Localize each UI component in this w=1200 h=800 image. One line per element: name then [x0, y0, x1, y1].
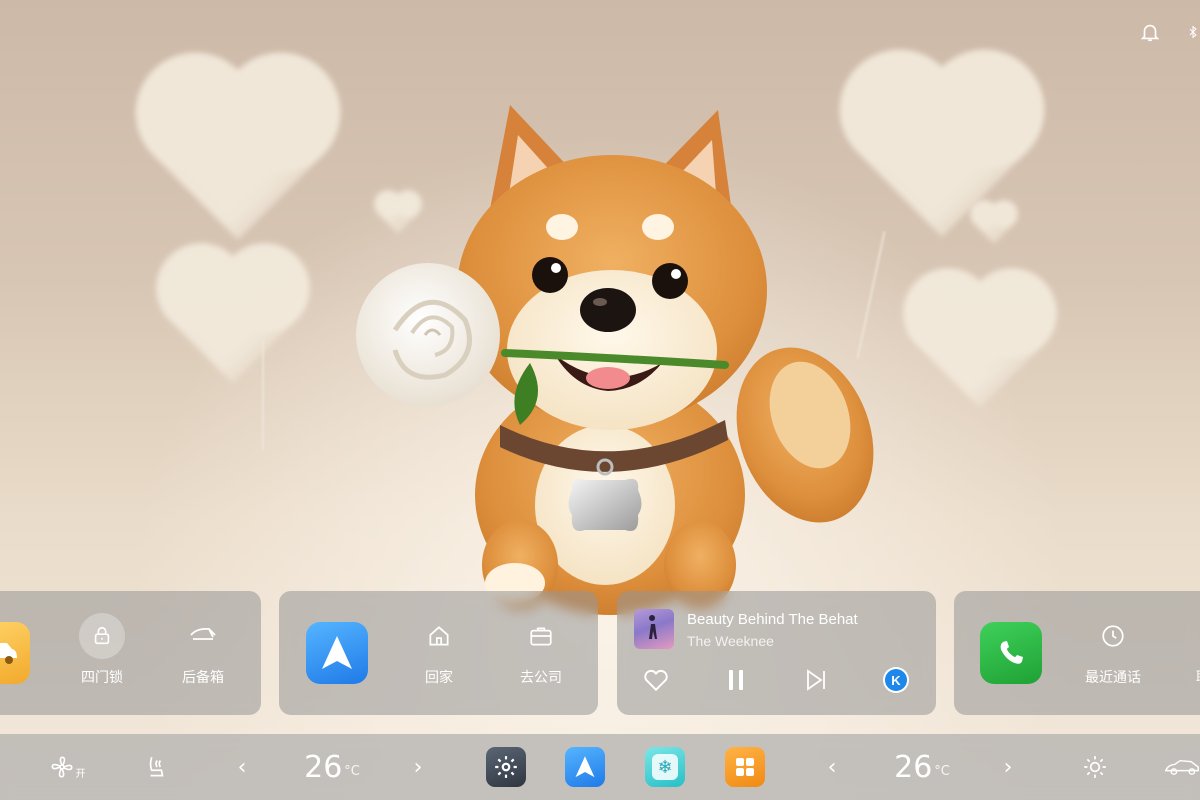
left-temp-value: 26: [304, 749, 343, 785]
album-art[interactable]: [634, 609, 674, 649]
pause-button[interactable]: [719, 663, 753, 697]
vehicle-control-card: 四门锁 后备箱: [0, 591, 261, 715]
right-temperature: 26 °C: [882, 734, 962, 800]
contacts-label: 联: [1196, 667, 1200, 687]
bell-icon[interactable]: [1136, 18, 1164, 46]
next-track-button[interactable]: [799, 663, 833, 697]
right-temp-unit: °C: [934, 763, 950, 779]
lock-icon: [79, 613, 125, 659]
climate-icon: ❄: [645, 747, 685, 787]
brightness-icon: [1084, 756, 1106, 778]
clock-icon: [1090, 613, 1136, 659]
go-home-label: 回家: [425, 669, 453, 685]
trunk-button[interactable]: 后备箱: [163, 613, 243, 687]
music-app-button[interactable]: K: [879, 663, 913, 697]
status-bar: [1136, 18, 1200, 48]
phone-icon: [1000, 641, 1023, 664]
song-artist: The Weeknee: [687, 633, 774, 649]
music-card: Beauty Behind The Behat The Weeknee K: [617, 591, 936, 715]
heart-icon: [644, 669, 668, 692]
car-icon: [0, 643, 17, 664]
contacts-button[interactable]: 联: [1163, 613, 1200, 687]
recent-calls-button[interactable]: 最近通话: [1073, 613, 1153, 687]
bluetooth-icon[interactable]: [1186, 18, 1200, 46]
fan-state-label: 开: [75, 768, 86, 780]
chevron-left-icon: ‹: [827, 754, 837, 780]
right-temp-value: 26: [894, 749, 933, 785]
heart-balloon: [153, 70, 323, 240]
settings-icon: [486, 747, 526, 787]
apps-grid-icon: [725, 747, 765, 787]
climate-dock-button[interactable]: ❄: [645, 734, 685, 800]
left-temp-down-button[interactable]: ‹: [230, 734, 254, 800]
go-to-work-label: 去公司: [520, 669, 562, 685]
skip-next-icon: [807, 669, 825, 691]
contacts-icon: [1180, 613, 1200, 659]
fan-button[interactable]: 开: [44, 734, 90, 800]
right-temp-down-button[interactable]: ‹: [820, 734, 844, 800]
home-icon: [416, 613, 462, 659]
trunk-label: 后备箱: [182, 669, 224, 685]
phone-app-button[interactable]: [980, 622, 1042, 684]
trunk-icon: [180, 613, 226, 659]
go-to-work-button[interactable]: 去公司: [501, 613, 581, 687]
navigation-app-button[interactable]: [306, 622, 368, 684]
navigation-icon: [322, 636, 352, 669]
chevron-left-icon: ‹: [237, 754, 247, 780]
phone-card: 最近通话 联: [954, 591, 1200, 715]
seat-button[interactable]: [138, 734, 174, 800]
bottom-dock: 开 ‹ 26 °C › ❄ ‹ 26 °C ›: [0, 734, 1200, 800]
shiba-dog-illustration: [356, 105, 874, 615]
pause-icon: [729, 670, 743, 690]
navigation-icon: [565, 747, 605, 787]
left-temp-up-button[interactable]: ›: [406, 734, 430, 800]
fan-icon: [50, 756, 73, 778]
briefcase-icon: [518, 613, 564, 659]
door-lock-button[interactable]: 四门锁: [62, 613, 142, 687]
like-button[interactable]: [639, 663, 673, 697]
recent-calls-label: 最近通话: [1085, 669, 1141, 685]
right-temp-up-button[interactable]: ›: [996, 734, 1020, 800]
door-lock-label: 四门锁: [81, 669, 123, 685]
heart-balloon: [916, 281, 1044, 409]
vehicle-app-button[interactable]: [0, 622, 30, 684]
balloon-string: [262, 340, 264, 450]
song-title: Beauty Behind The Behat: [687, 611, 858, 628]
heart-balloon: [974, 204, 1014, 244]
chevron-right-icon: ›: [1003, 754, 1013, 780]
navigation-dock-button[interactable]: [565, 734, 605, 800]
chevron-right-icon: ›: [413, 754, 423, 780]
brightness-button[interactable]: [1080, 734, 1110, 800]
go-home-button[interactable]: 回家: [399, 613, 479, 687]
heart-balloon: [169, 256, 297, 384]
kugou-app-icon: K: [883, 667, 909, 693]
apps-dock-button[interactable]: [725, 734, 765, 800]
left-temp-unit: °C: [344, 763, 360, 779]
car-icon: [1164, 759, 1199, 775]
vehicle-dock-button[interactable]: [1164, 734, 1200, 800]
navigation-card: 回家 去公司: [279, 591, 598, 715]
seat-icon: [149, 757, 164, 777]
left-temperature: 26 °C: [292, 734, 372, 800]
settings-app-button[interactable]: [486, 734, 526, 800]
